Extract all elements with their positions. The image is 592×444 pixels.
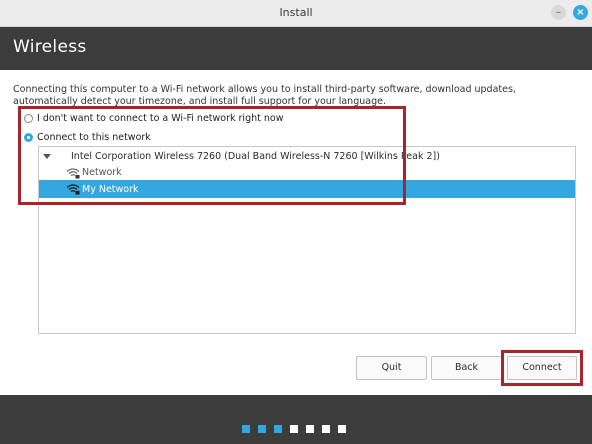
step-dot [290, 425, 298, 433]
close-icon[interactable]: × [573, 5, 588, 20]
back-button[interactable]: Back [431, 356, 502, 380]
window-title: Install [279, 6, 313, 19]
wifi-description: Connecting this computer to a Wi-Fi netw… [13, 84, 516, 107]
step-dot [322, 425, 330, 433]
quit-button[interactable]: Quit [356, 356, 427, 380]
step-dot [274, 425, 282, 433]
step-indicator [242, 425, 354, 433]
minimize-icon[interactable]: – [551, 5, 566, 20]
page-title: Wireless [13, 37, 87, 57]
step-dot [242, 425, 250, 433]
window-titlebar: Install – × [0, 0, 592, 27]
step-dot [306, 425, 314, 433]
step-dot [338, 425, 346, 433]
progress-footer [0, 395, 592, 444]
annotation-highlight-options [18, 106, 406, 205]
annotation-highlight-connect [501, 350, 583, 386]
step-dot [258, 425, 266, 433]
page-header: Wireless [0, 27, 592, 70]
